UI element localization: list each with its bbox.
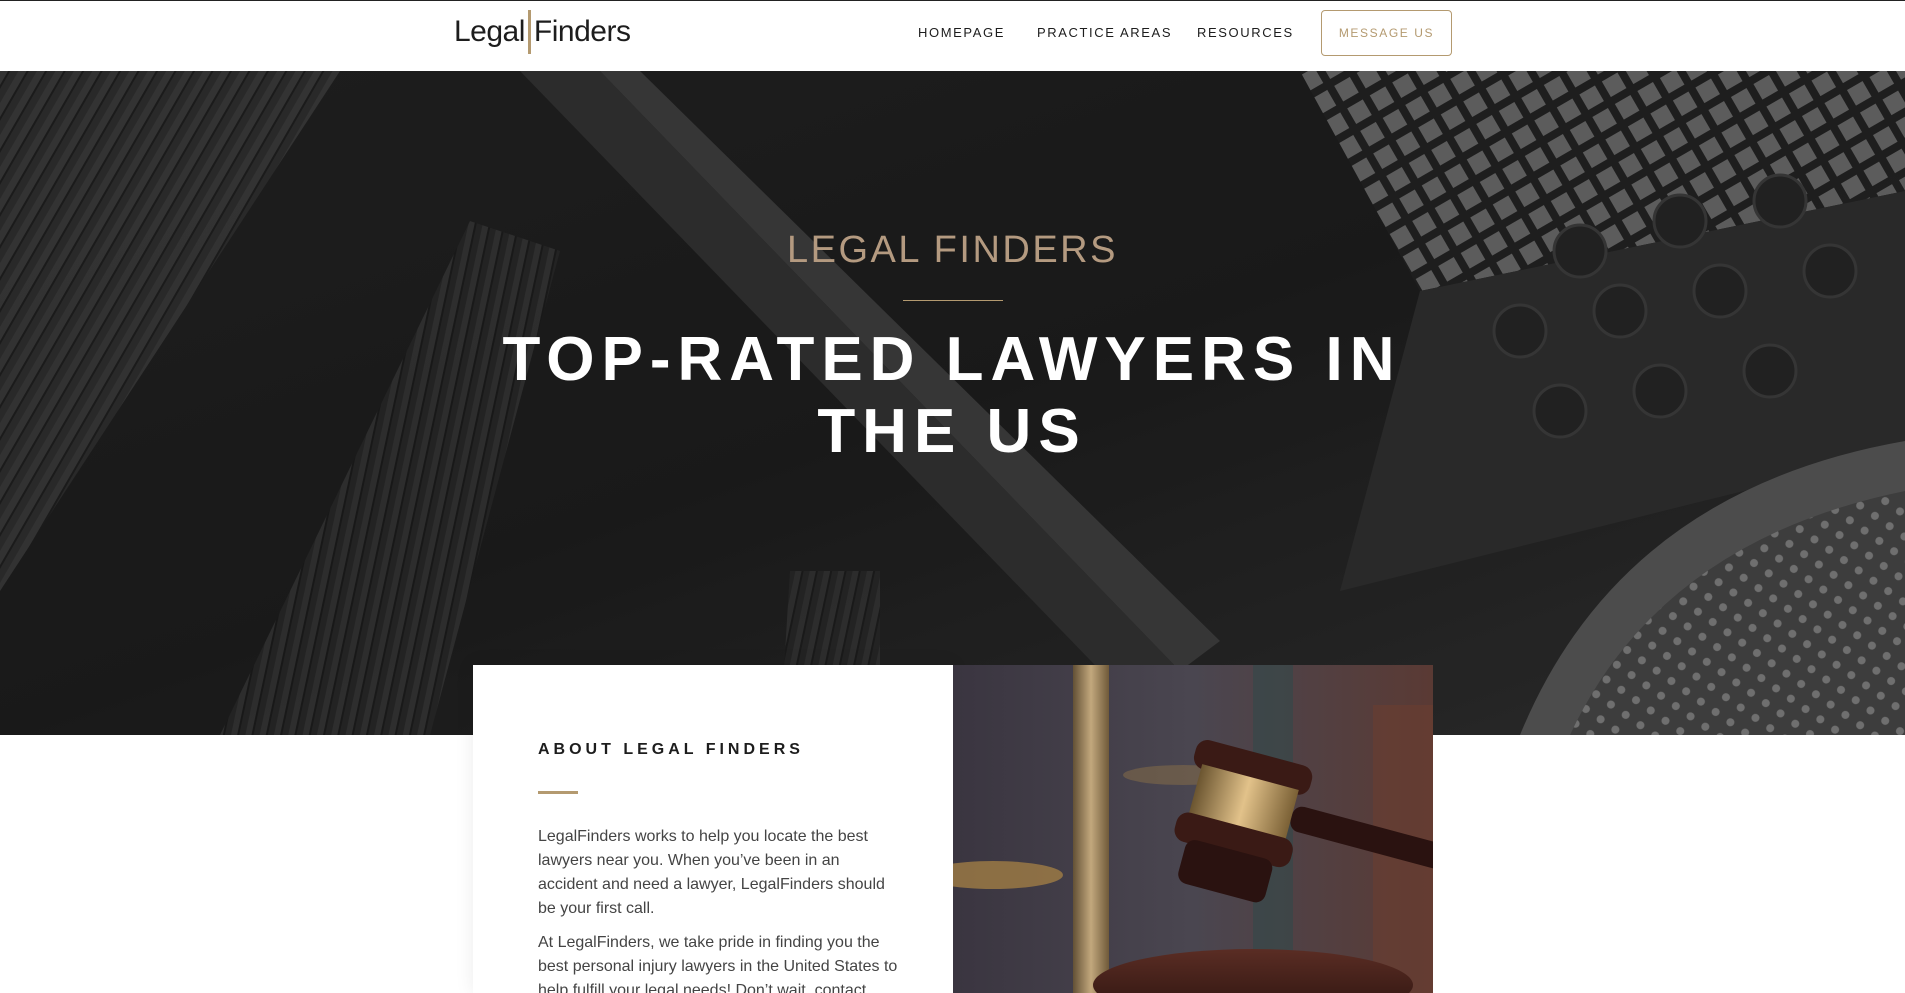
hero-divider (903, 300, 1003, 301)
nav-practice-areas[interactable]: PRACTICE AREAS (1037, 25, 1172, 40)
nav-homepage[interactable]: HOMEPAGE (918, 25, 1005, 40)
nav-resources[interactable]: RESOURCES (1197, 25, 1294, 40)
hero-eyebrow: LEGAL FINDERS (787, 229, 1118, 271)
about-divider (538, 791, 578, 794)
hero-title-line-1: TOP-RATED LAWYERS IN (502, 325, 1402, 394)
hero-title: TOP-RATED LAWYERS IN THE US (452, 324, 1452, 468)
about-paragraph-1: LegalFinders works to help you locate th… (538, 828, 885, 917)
hero-title-line-2: THE US (817, 397, 1087, 466)
message-us-button[interactable]: MESSAGE US (1321, 10, 1452, 56)
site-logo[interactable]: Legal Finders (454, 9, 631, 55)
logo-divider (527, 10, 531, 54)
logo-text-legal: Legal (454, 15, 525, 48)
about-card: ABOUT LEGAL FINDERS LegalFinders works t… (473, 665, 953, 993)
logo-text-finders: Finders (533, 15, 631, 48)
gavel-image (953, 665, 1433, 993)
about-heading: ABOUT LEGAL FINDERS (538, 741, 804, 758)
about-paragraph-2: At LegalFinders, we take pride in findin… (538, 934, 898, 993)
hero-section: LEGAL FINDERS TOP-RATED LAWYERS IN THE U… (0, 71, 1905, 735)
site-header: Legal Finders HOMEPAGE PRACTICE AREAS RE… (0, 0, 1905, 71)
